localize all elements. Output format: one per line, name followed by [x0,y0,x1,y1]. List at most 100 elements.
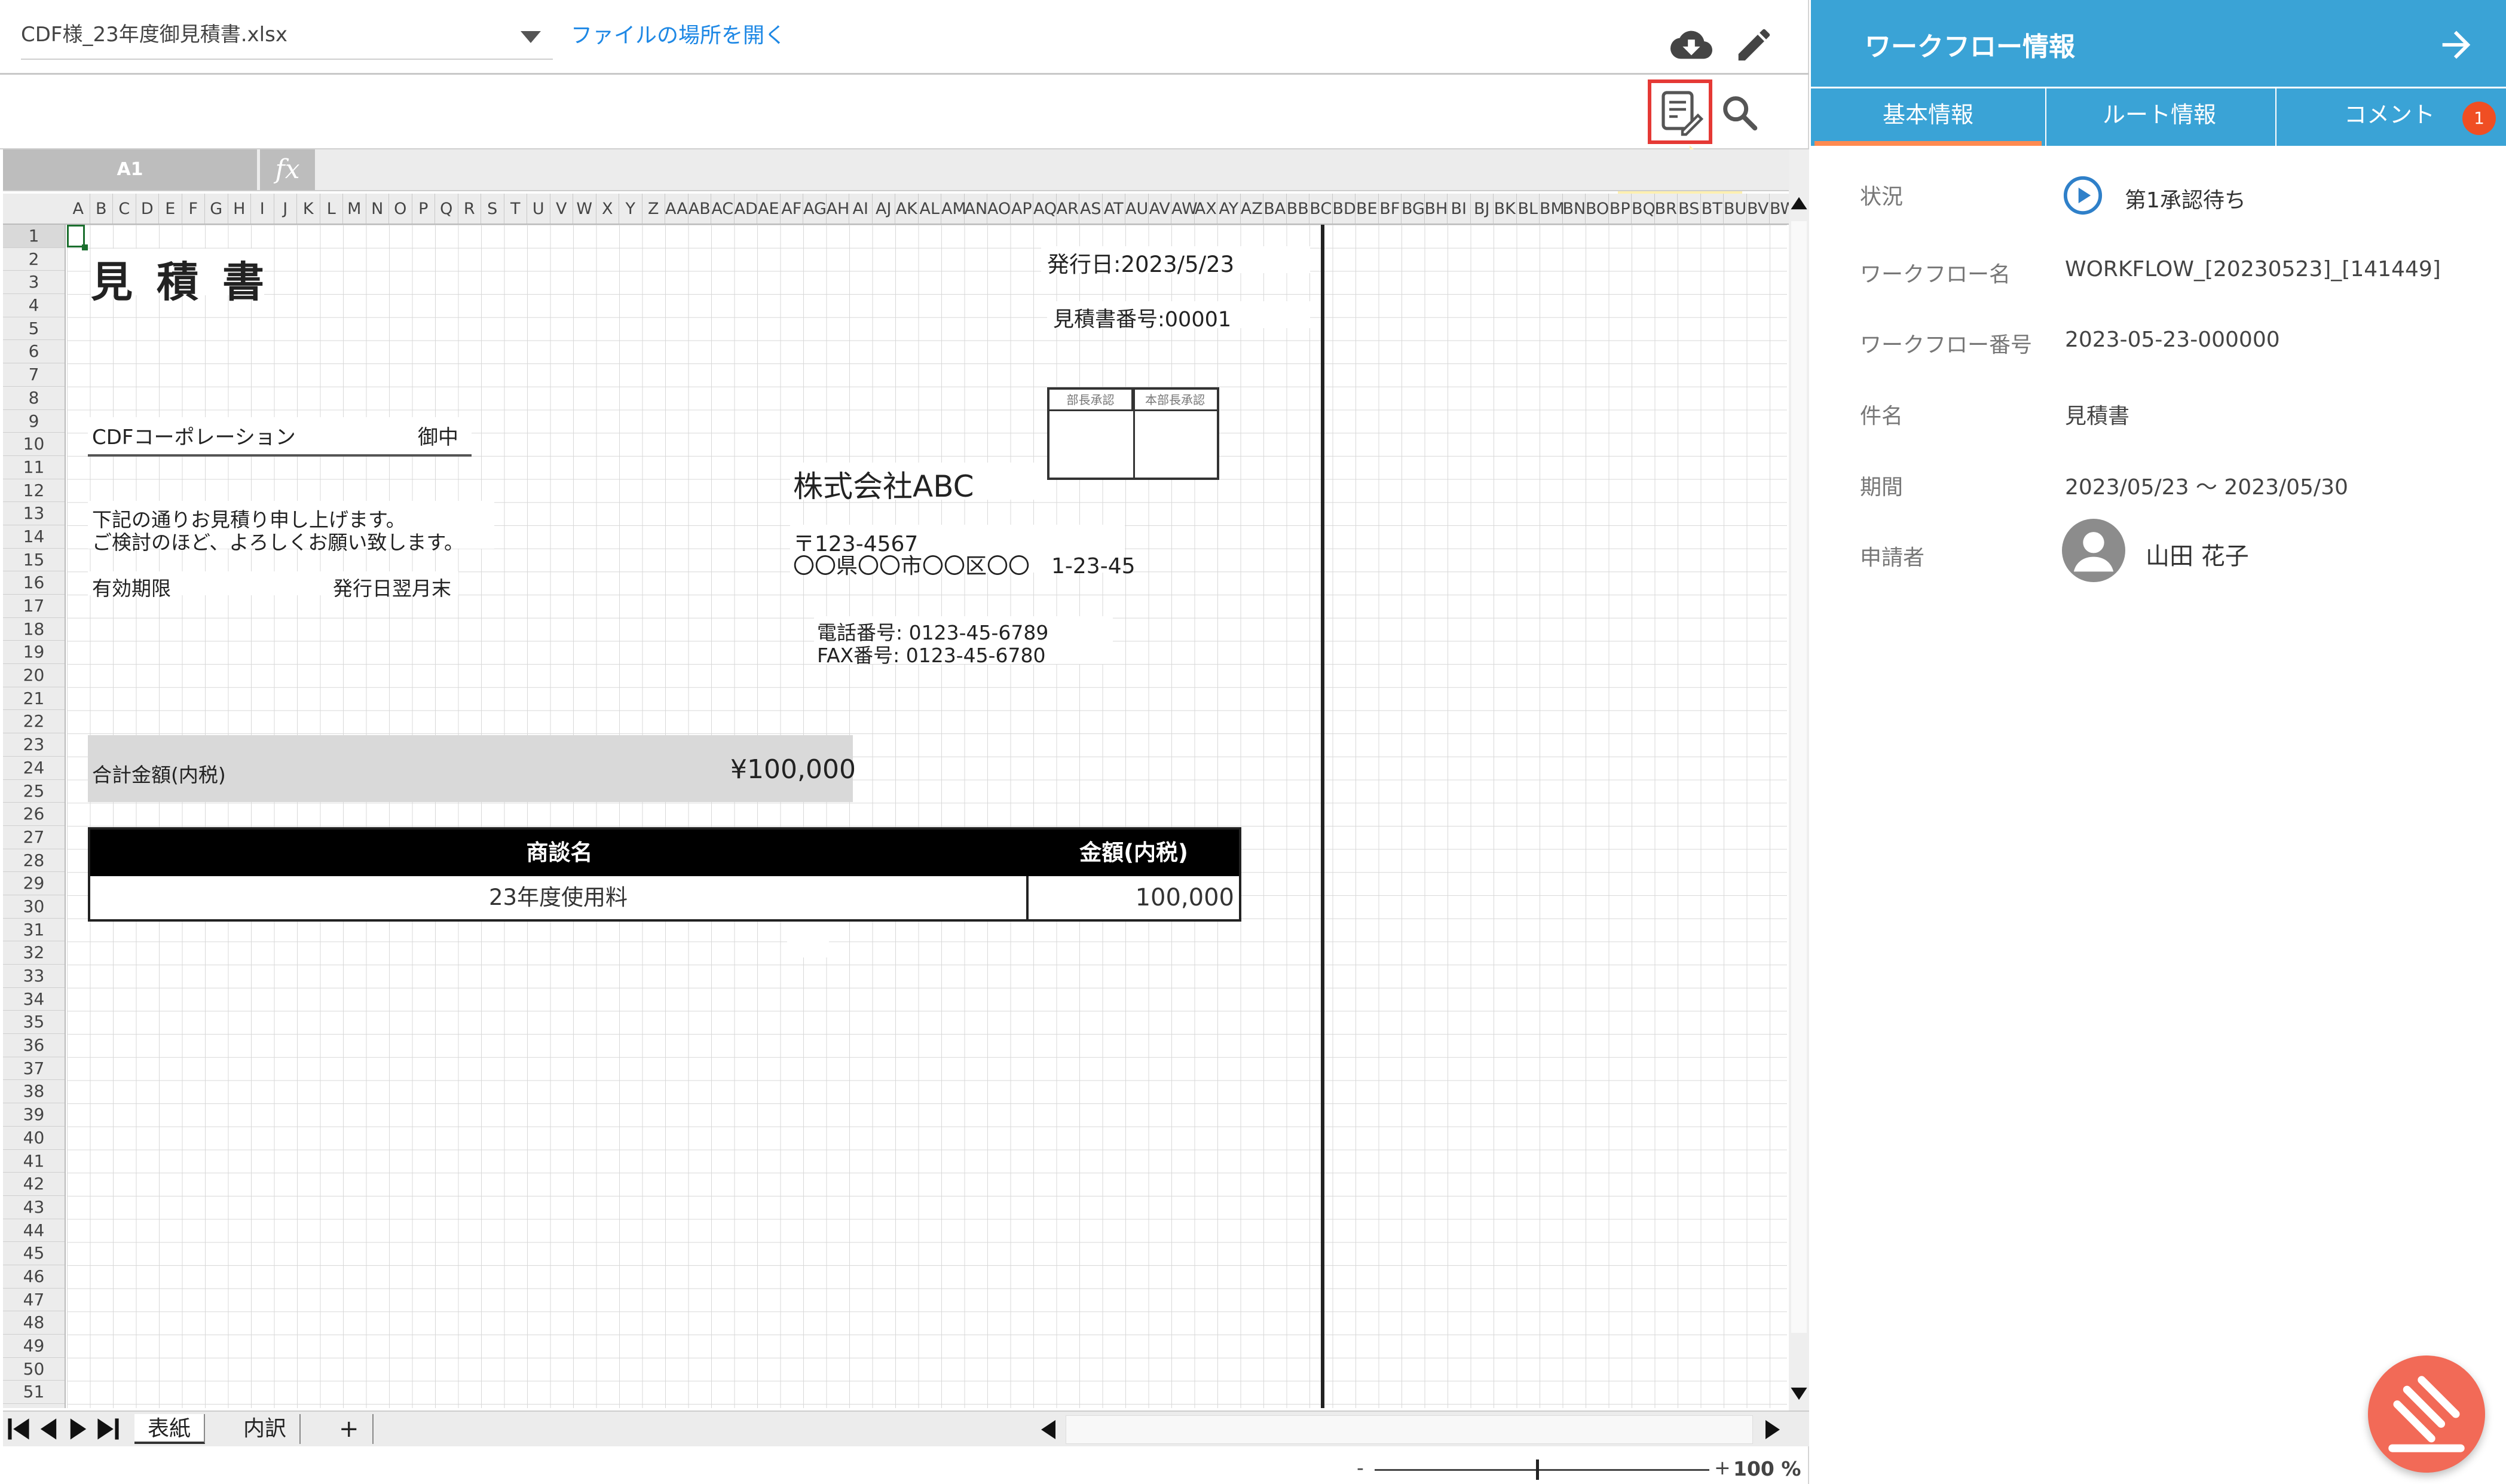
row-header-cell[interactable]: 23 [3,733,65,757]
column-header-cell[interactable]: S [481,194,504,224]
column-header-cell[interactable]: BE [1355,194,1379,224]
row-header-cell[interactable]: 51 [3,1381,65,1405]
row-header-cell[interactable]: 38 [3,1080,65,1104]
column-header-cell[interactable]: W [573,194,596,224]
chevron-down-icon[interactable] [521,31,541,43]
row-header-cell[interactable]: 13 [3,502,65,525]
row-header-cell[interactable]: 11 [3,456,65,479]
scroll-down-icon[interactable] [1789,1381,1809,1407]
column-header-cell[interactable]: C [113,194,136,224]
column-header-cell[interactable]: AL [919,194,941,224]
column-header-cell[interactable]: BW [1770,194,1789,224]
row-header-cell[interactable]: 28 [3,849,65,873]
scroll-right-icon[interactable] [1760,1418,1785,1442]
column-header-cell[interactable]: X [596,194,619,224]
column-header-cell[interactable]: AM [941,194,966,224]
row-header-cell[interactable]: 9 [3,410,65,433]
row-header-cell[interactable]: 27 [3,826,65,849]
column-header-cell[interactable]: BU [1724,194,1747,224]
column-header-cell[interactable]: I [251,194,274,224]
row-header-cell[interactable]: 12 [3,479,65,503]
row-header-cell[interactable]: 41 [3,1150,65,1173]
column-header-cell[interactable]: AP [1011,194,1033,224]
column-header-cell[interactable]: AU [1125,194,1149,224]
column-header-cell[interactable]: AY [1217,194,1241,224]
sheet-grid[interactable]: 見積書 発行日:2023/5/23 見積書番号:00001 部長承認 本部長承認… [67,225,1787,1408]
file-select[interactable]: CDF様_23年度御見積書.xlsx [21,13,553,60]
column-header-cell[interactable]: AQ [1033,194,1057,224]
zoom-out-button[interactable]: - [1357,1456,1364,1479]
column-header-cell[interactable]: M [343,194,366,224]
row-header-cell[interactable]: 29 [3,872,65,895]
column-header-cell[interactable]: B [90,194,113,224]
column-header-cell[interactable]: H [228,194,251,224]
row-header-cell[interactable]: 50 [3,1358,65,1381]
pencil-icon[interactable] [1733,24,1775,66]
cloud-download-icon[interactable] [1667,24,1715,66]
row-header-cell[interactable]: 48 [3,1311,65,1335]
column-header-cell[interactable]: F [182,194,205,224]
selected-cell[interactable] [67,225,88,250]
column-header-cell[interactable]: BL [1517,194,1540,224]
first-sheet-icon[interactable] [5,1415,32,1443]
row-header-cell[interactable]: 1 [3,225,65,248]
last-sheet-icon[interactable] [95,1415,121,1443]
column-header-cell[interactable]: AO [987,194,1011,224]
column-header-cell[interactable]: BI [1448,194,1471,224]
row-header-cell[interactable]: 37 [3,1057,65,1081]
add-sheet-button[interactable]: + [326,1414,374,1444]
column-header-cell[interactable]: AW [1171,194,1198,224]
row-header-cell[interactable]: 26 [3,803,65,826]
column-header-cell[interactable]: A [67,194,90,224]
row-header-cell[interactable]: 22 [3,710,65,734]
row-header-cell[interactable]: 46 [3,1265,65,1289]
column-header-cell[interactable]: BG [1402,194,1425,224]
row-header-cell[interactable]: 2 [3,248,65,271]
row-header-cell[interactable]: 34 [3,988,65,1011]
name-box[interactable]: A1 [3,149,257,190]
column-header-cell[interactable]: AB [689,194,711,224]
row-header-cell[interactable]: 20 [3,664,65,687]
row-header-cell[interactable]: 6 [3,340,65,364]
row-header-cell[interactable]: 30 [3,895,65,919]
column-header-cell[interactable]: AS [1079,194,1103,224]
scroll-up-icon[interactable] [1789,191,1809,215]
column-header-cell[interactable]: Q [435,194,458,224]
column-header-cell[interactable]: AD [735,194,758,224]
column-header-cell[interactable]: N [366,194,389,224]
row-header-cell[interactable]: 32 [3,941,65,965]
column-header-cell[interactable]: AG [803,194,827,224]
column-header-cell[interactable]: AF [781,194,803,224]
row-header-cell[interactable]: 4 [3,294,65,317]
horizontal-scroll-track[interactable] [1066,1415,1753,1444]
row-header-cell[interactable]: 17 [3,595,65,618]
column-header-cell[interactable]: BH [1425,194,1448,224]
search-icon[interactable] [1718,91,1760,133]
column-header-cell[interactable]: AZ [1241,194,1263,224]
row-header-cell[interactable]: 31 [3,919,65,942]
column-header-cell[interactable]: AT [1103,194,1125,224]
open-file-location-link[interactable]: ファイルの場所を開く [571,18,786,49]
column-header-cell[interactable]: BJ [1471,194,1494,224]
row-header-cell[interactable]: 5 [3,317,65,341]
column-header-cell[interactable]: BB [1287,194,1309,224]
column-header-cell[interactable]: J [274,194,297,224]
column-header-cell[interactable]: AI [849,194,873,224]
vertical-scrollbar[interactable] [1789,149,1809,1410]
column-header-cell[interactable]: AJ [873,194,895,224]
column-header-cell[interactable]: P [412,194,435,224]
function-icon[interactable]: fx [260,149,315,190]
scroll-left-icon[interactable] [1036,1418,1061,1442]
column-header-cell[interactable]: E [159,194,182,224]
column-header-cell[interactable]: AK [895,194,919,224]
column-header-cell[interactable]: O [389,194,412,224]
column-header-cell[interactable]: L [320,194,343,224]
row-header-cell[interactable]: 36 [3,1034,65,1057]
column-header-cell[interactable]: BT [1701,194,1724,224]
horizontal-scrollbar[interactable] [1036,1415,1787,1444]
column-header-cell[interactable]: AC [711,194,735,224]
row-header-cell[interactable]: 39 [3,1103,65,1127]
column-header-cell[interactable]: K [297,194,320,224]
row-header-cell[interactable]: 40 [3,1127,65,1150]
column-header-cell[interactable]: U [527,194,550,224]
